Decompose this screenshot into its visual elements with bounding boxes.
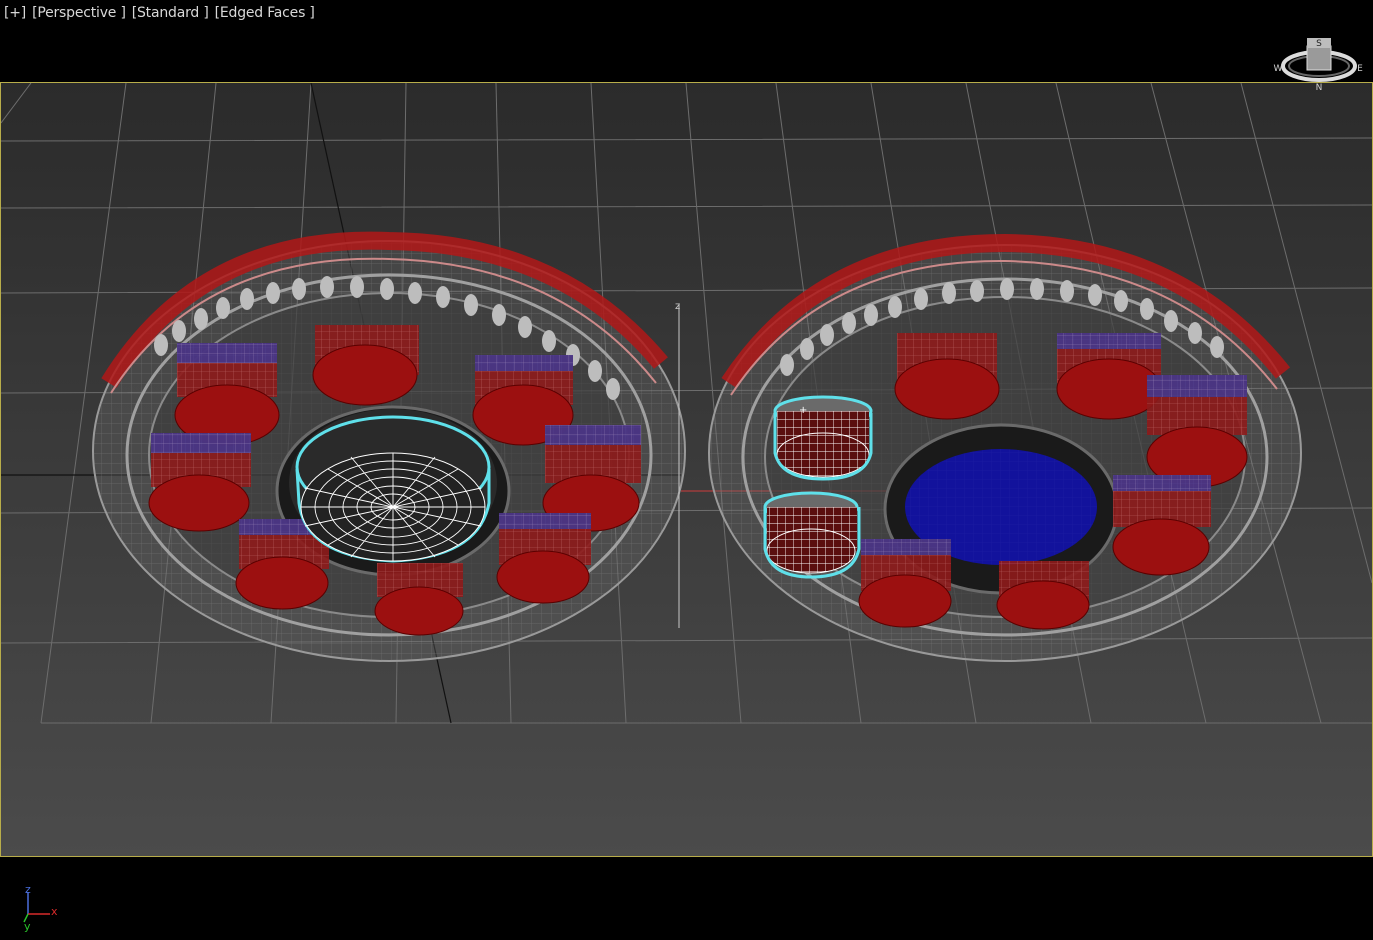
viewcube-south-label: S [1316, 39, 1322, 49]
viewcube-icon[interactable]: S W E N [1272, 30, 1366, 94]
roller[interactable] [374, 563, 464, 636]
roller[interactable] [996, 561, 1090, 630]
bearing-right[interactable]: + [708, 233, 1302, 662]
roller[interactable] [858, 539, 952, 628]
roller[interactable] [894, 333, 1000, 420]
gizmo-z-label: z [675, 301, 680, 312]
axis-tripod-x-label: x [51, 905, 58, 918]
viewcube-north-label: N [1316, 83, 1323, 93]
selected-roller-bottom[interactable] [763, 491, 861, 579]
roller[interactable] [496, 513, 591, 604]
viewport-shading-preset-menu[interactable]: [Standard ] [132, 5, 209, 21]
viewport-view-menu[interactable]: [Perspective ] [32, 5, 126, 21]
roller[interactable] [312, 325, 419, 406]
svg-text:+: + [799, 405, 807, 416]
roller[interactable] [1146, 375, 1248, 488]
viewport-display-mode-menu[interactable]: [Edged Faces ] [215, 5, 315, 21]
perspective-viewport[interactable]: z x [0, 82, 1373, 857]
viewcube-west-label: W [1274, 64, 1283, 74]
viewport-plus-menu[interactable]: [+] [4, 5, 26, 21]
selected-roller-top[interactable]: + [773, 395, 873, 481]
roller[interactable] [1056, 333, 1162, 420]
viewport-label-bar: [+] [Perspective ] [Standard ] [Edged Faces… [4, 5, 321, 21]
roller[interactable] [1112, 475, 1211, 576]
viewcube-east-label: E [1357, 64, 1363, 74]
axis-tripod-z-label: z [25, 884, 31, 896]
axis-tripod-y-label: y [24, 920, 31, 933]
roller[interactable] [148, 433, 251, 532]
bearing-left[interactable] [92, 231, 686, 662]
axis-tripod-icon: z x y [14, 883, 64, 934]
roller[interactable] [174, 343, 280, 446]
